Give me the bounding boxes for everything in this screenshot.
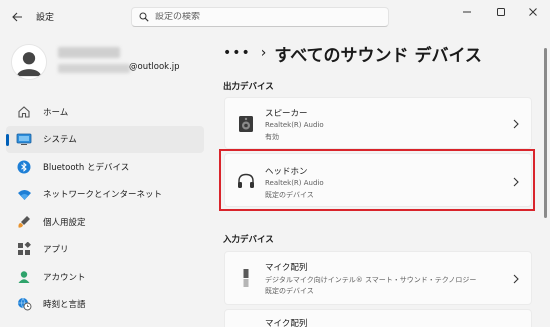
sidebar-item-label: 時刻と言語 xyxy=(43,300,86,310)
output-devices-heading: 出力デバイス xyxy=(223,82,274,92)
profile-email-redacted xyxy=(58,64,130,73)
scrollbar[interactable] xyxy=(544,48,547,218)
search-input[interactable] xyxy=(155,12,375,22)
wifi-icon xyxy=(16,186,32,202)
clock-globe-icon xyxy=(16,296,32,312)
chevron-right-icon xyxy=(511,118,521,130)
bluetooth-icon xyxy=(16,159,32,175)
sidebar-item-personalization[interactable]: 個人用設定 xyxy=(6,208,204,235)
breadcrumb: ••• › すべてのサウンド デバイス xyxy=(223,38,482,68)
apps-icon xyxy=(16,241,32,257)
sidebar-item-label: 個人用設定 xyxy=(43,217,86,228)
back-button[interactable] xyxy=(6,6,28,28)
speaker-icon xyxy=(236,114,256,134)
sidebar-item-apps[interactable]: アプリ xyxy=(6,236,204,263)
sidebar-item-bluetooth[interactable]: Bluetooth とデバイス xyxy=(6,153,204,180)
search-icon xyxy=(139,12,149,22)
sidebar-item-time-language[interactable]: 時刻と言語 xyxy=(6,291,204,318)
close-icon xyxy=(529,8,537,16)
close-button[interactable] xyxy=(519,3,547,21)
device-card-microphone[interactable]: マイク配列 デジタルマイク向けインテル® スマート・サウンド・テクノロジー 既定… xyxy=(224,251,532,305)
device-card-microphone-2[interactable]: マイク配列 xyxy=(224,309,532,327)
device-driver: Realtek(R) Audio xyxy=(265,121,324,129)
search-box[interactable] xyxy=(131,7,389,27)
device-status: 既定のデバイス xyxy=(265,287,314,295)
sidebar-nav: ホーム システム Bluetooth とデバイス ネットワークとインターネット … xyxy=(6,98,204,318)
profile-email: @outlook.jp xyxy=(129,62,180,72)
minimize-button[interactable] xyxy=(453,3,481,21)
input-devices-heading: 入力デバイス xyxy=(223,235,274,245)
sidebar-item-home[interactable]: ホーム xyxy=(6,98,204,125)
minimize-icon xyxy=(463,11,471,13)
microphone-icon xyxy=(236,268,256,288)
title-bar: 設定 xyxy=(0,0,550,34)
chevron-right-icon xyxy=(511,273,521,285)
brush-icon xyxy=(16,214,32,230)
chevron-right-icon: › xyxy=(260,45,267,61)
device-name: スピーカー xyxy=(265,109,308,119)
chevron-right-icon xyxy=(511,176,521,188)
sidebar-item-label: アカウント xyxy=(43,272,86,283)
device-driver: デジタルマイク向けインテル® スマート・サウンド・テクノロジー xyxy=(265,276,477,284)
account-icon xyxy=(16,269,32,285)
headphones-icon xyxy=(236,171,256,191)
sidebar-item-accounts[interactable]: アカウント xyxy=(6,263,204,290)
sidebar-item-label: システム xyxy=(43,135,77,145)
device-status: 有効 xyxy=(265,133,279,141)
device-card-speaker[interactable]: スピーカー Realtek(R) Audio 有効 xyxy=(224,97,532,149)
profile-name-redacted xyxy=(58,47,120,58)
device-name: マイク配列 xyxy=(265,263,308,273)
device-card-headphones[interactable]: ヘッドホン Realtek(R) Audio 既定のデバイス xyxy=(224,153,532,207)
home-icon xyxy=(16,104,32,120)
sidebar-item-system[interactable]: システム xyxy=(6,125,204,153)
page-title: すべてのサウンド デバイス xyxy=(274,45,482,66)
back-arrow-icon xyxy=(11,12,22,22)
system-icon xyxy=(16,131,32,147)
device-name: ヘッドホン xyxy=(265,167,308,177)
sidebar-item-label: アプリ xyxy=(43,245,69,255)
user-icon xyxy=(12,45,46,79)
device-name: マイク配列 xyxy=(265,319,308,327)
device-status: 既定のデバイス xyxy=(265,191,314,199)
maximize-button[interactable] xyxy=(487,3,515,21)
sidebar-item-network[interactable]: ネットワークとインターネット xyxy=(6,181,204,208)
sidebar-item-label: ホーム xyxy=(43,107,69,118)
app-title: 設定 xyxy=(36,13,55,23)
breadcrumb-more-button[interactable]: ••• xyxy=(223,45,251,61)
device-driver: Realtek(R) Audio xyxy=(265,179,324,187)
sidebar-item-label: Bluetooth とデバイス xyxy=(43,162,130,173)
avatar[interactable] xyxy=(11,44,47,80)
sidebar-item-label: ネットワークとインターネット xyxy=(43,190,163,200)
maximize-icon xyxy=(497,8,505,16)
